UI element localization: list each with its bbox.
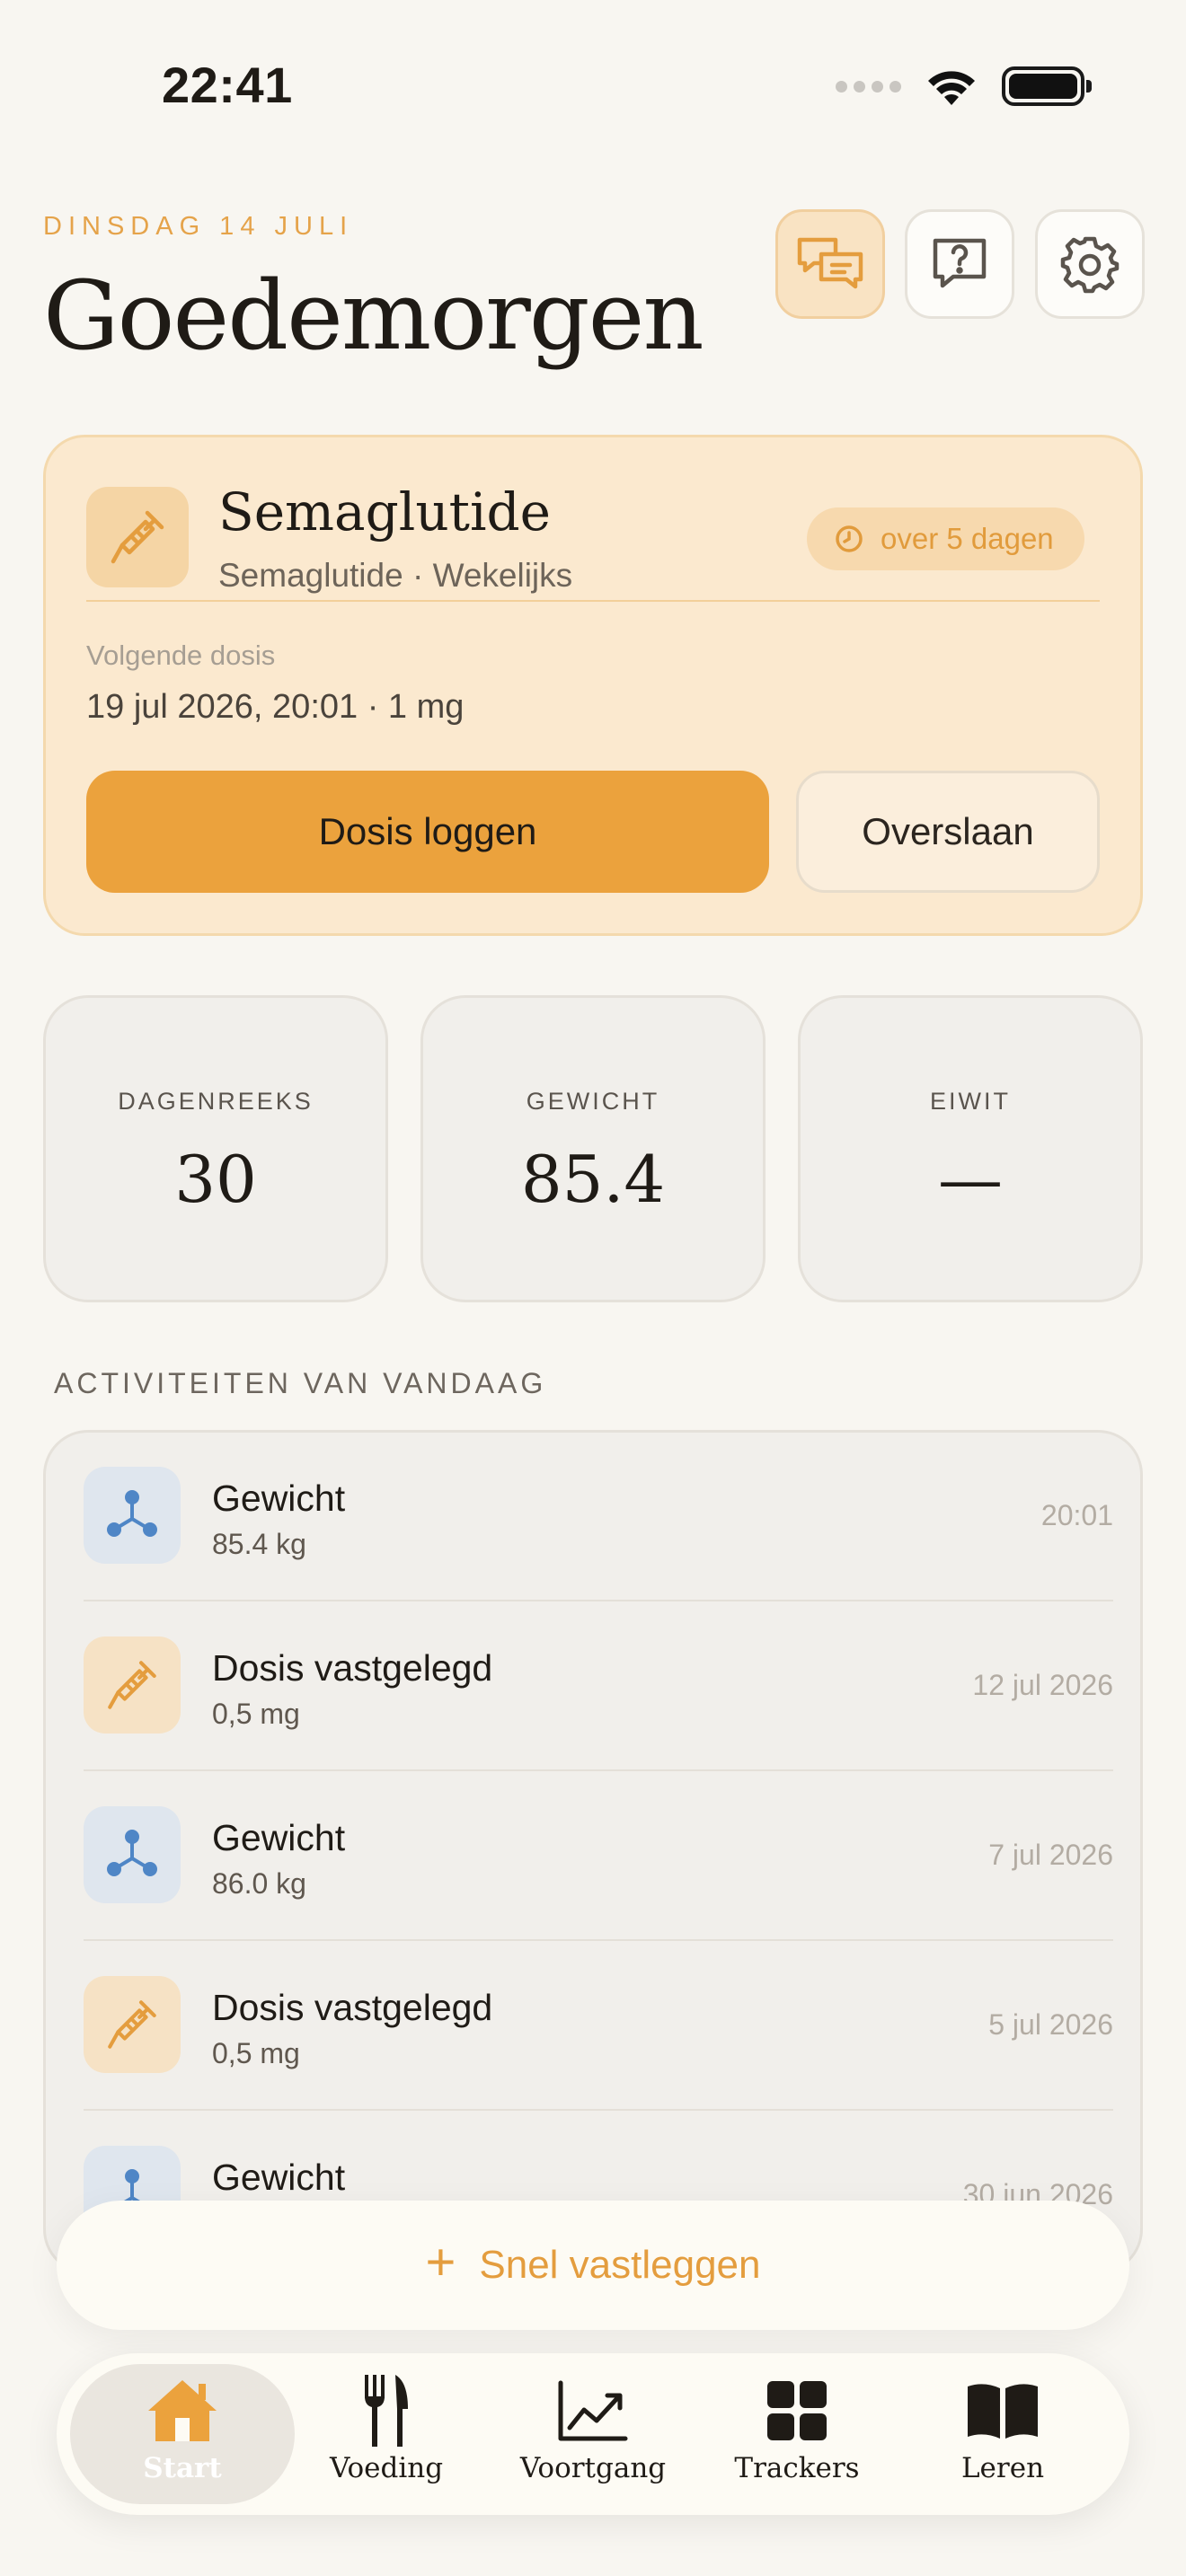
activity-time: 12 jul 2026 bbox=[972, 1669, 1113, 1701]
medication-icon-box bbox=[86, 487, 189, 587]
nav-item-trackers[interactable]: Trackers bbox=[694, 2364, 900, 2504]
activities-list: Gewicht 85.4 kg 20:01 Dosis vastgelegd 0… bbox=[43, 1430, 1143, 2274]
activity-time: 5 jul 2026 bbox=[988, 2008, 1113, 2041]
next-dose-badge-label: over 5 dagen bbox=[881, 522, 1054, 555]
page-title: Goedemorgen bbox=[43, 260, 704, 371]
syringe-icon bbox=[108, 1661, 156, 1709]
medication-subtitle: Semaglutide · Wekelijks bbox=[218, 557, 573, 594]
activity-title: Gewicht bbox=[212, 1478, 346, 1519]
stat-card-protein[interactable]: EIWIT — bbox=[798, 995, 1143, 1302]
nav-item-leren[interactable]: Leren bbox=[899, 2364, 1106, 2504]
stat-label: EIWIT bbox=[930, 1088, 1011, 1115]
list-item[interactable]: Dosis vastgelegd 0,5 mg 5 jul 2026 bbox=[84, 1942, 1113, 2111]
stat-card-weight[interactable]: GEWICHT 85.4 bbox=[420, 995, 766, 1302]
list-item[interactable]: Dosis vastgelegd 0,5 mg 12 jul 2026 bbox=[84, 1602, 1113, 1771]
clock-icon bbox=[836, 525, 863, 552]
activity-title: Gewicht bbox=[212, 1817, 346, 1858]
nav-item-start[interactable]: Start bbox=[70, 2364, 295, 2504]
trend-chart-icon bbox=[558, 2380, 628, 2441]
nav-label: Voeding bbox=[329, 2452, 444, 2484]
question-icon bbox=[933, 238, 987, 288]
activity-time: 20:01 bbox=[1040, 1499, 1113, 1531]
syringe-icon bbox=[111, 510, 164, 564]
weight-entry-icon-box bbox=[84, 1467, 181, 1564]
chat-button[interactable] bbox=[775, 209, 885, 319]
activity-subtitle: 86.0 kg bbox=[212, 1867, 306, 1900]
grid-icon bbox=[767, 2381, 827, 2440]
activity-subtitle: 0,5 mg bbox=[212, 1698, 300, 1730]
divider bbox=[84, 2109, 1113, 2111]
activities-section-title: ACTIVITEITEN VAN VANDAAG bbox=[54, 1367, 547, 1399]
dose-entry-icon-box bbox=[84, 1636, 181, 1734]
molecule-icon bbox=[107, 1490, 157, 1537]
activity-title: Dosis vastgelegd bbox=[212, 1987, 493, 2028]
chat-bubbles-icon bbox=[797, 237, 863, 289]
stat-label: DAGENREEKS bbox=[118, 1088, 314, 1115]
stat-value: — bbox=[938, 1142, 1003, 1217]
stat-value: 30 bbox=[174, 1142, 257, 1217]
next-dose-badge: over 5 dagen bbox=[807, 507, 1084, 570]
quick-log-label: Snel vastleggen bbox=[479, 2243, 761, 2287]
activity-subtitle: 85.4 kg bbox=[212, 1528, 306, 1560]
help-button[interactable] bbox=[905, 209, 1014, 319]
medication-divider bbox=[86, 600, 1100, 602]
divider bbox=[84, 1600, 1113, 1601]
activity-time: 7 jul 2026 bbox=[988, 1839, 1113, 1871]
nav-item-voortgang[interactable]: Voortgang bbox=[490, 2364, 696, 2504]
battery-icon bbox=[1002, 66, 1092, 106]
list-item[interactable]: Gewicht 85.4 kg 20:01 bbox=[84, 1433, 1113, 1601]
medication-name: Semaglutide bbox=[218, 481, 551, 543]
wifi-icon bbox=[928, 71, 975, 105]
nav-label: Voortgang bbox=[519, 2452, 667, 2484]
nav-label: Leren bbox=[960, 2452, 1045, 2484]
syringe-icon bbox=[108, 2000, 156, 2049]
home-icon bbox=[148, 2380, 217, 2441]
cellular-signal-icon bbox=[836, 80, 901, 93]
plus-icon: + bbox=[425, 2233, 456, 2291]
dose-entry-icon-box bbox=[84, 1976, 181, 2073]
molecule-icon bbox=[107, 1830, 157, 1876]
skip-button[interactable]: Overslaan bbox=[796, 771, 1100, 893]
gear-icon bbox=[1060, 236, 1120, 294]
quick-log-button[interactable]: + Snel vastleggen bbox=[57, 2201, 1129, 2330]
stat-label: GEWICHT bbox=[526, 1088, 660, 1115]
date-label: DINSDAG 14 JULI bbox=[43, 212, 354, 241]
nav-label: Start bbox=[143, 2452, 222, 2484]
divider bbox=[84, 1769, 1113, 1771]
status-time: 22:41 bbox=[162, 57, 293, 113]
fork-knife-icon bbox=[365, 2375, 408, 2447]
stat-card-streak[interactable]: DAGENREEKS 30 bbox=[43, 995, 388, 1302]
book-icon bbox=[968, 2384, 1038, 2439]
next-dose-label: Volgende dosis bbox=[86, 640, 276, 671]
list-item[interactable]: Gewicht 86.0 kg 7 jul 2026 bbox=[84, 1772, 1113, 1941]
next-dose-value: 19 jul 2026, 20:01 · 1 mg bbox=[86, 688, 465, 726]
divider bbox=[84, 1939, 1113, 1941]
nav-label: Trackers bbox=[734, 2452, 860, 2484]
status-icons bbox=[836, 61, 1092, 111]
log-dose-button[interactable]: Dosis loggen bbox=[86, 771, 769, 893]
settings-button[interactable] bbox=[1035, 209, 1145, 319]
activity-title: Gewicht bbox=[212, 2157, 346, 2198]
activity-title: Dosis vastgelegd bbox=[212, 1647, 493, 1689]
nav-item-voeding[interactable]: Voeding bbox=[283, 2364, 490, 2504]
activity-subtitle: 0,5 mg bbox=[212, 2037, 300, 2069]
stat-value: 85.4 bbox=[520, 1142, 666, 1217]
weight-entry-icon-box bbox=[84, 1806, 181, 1903]
